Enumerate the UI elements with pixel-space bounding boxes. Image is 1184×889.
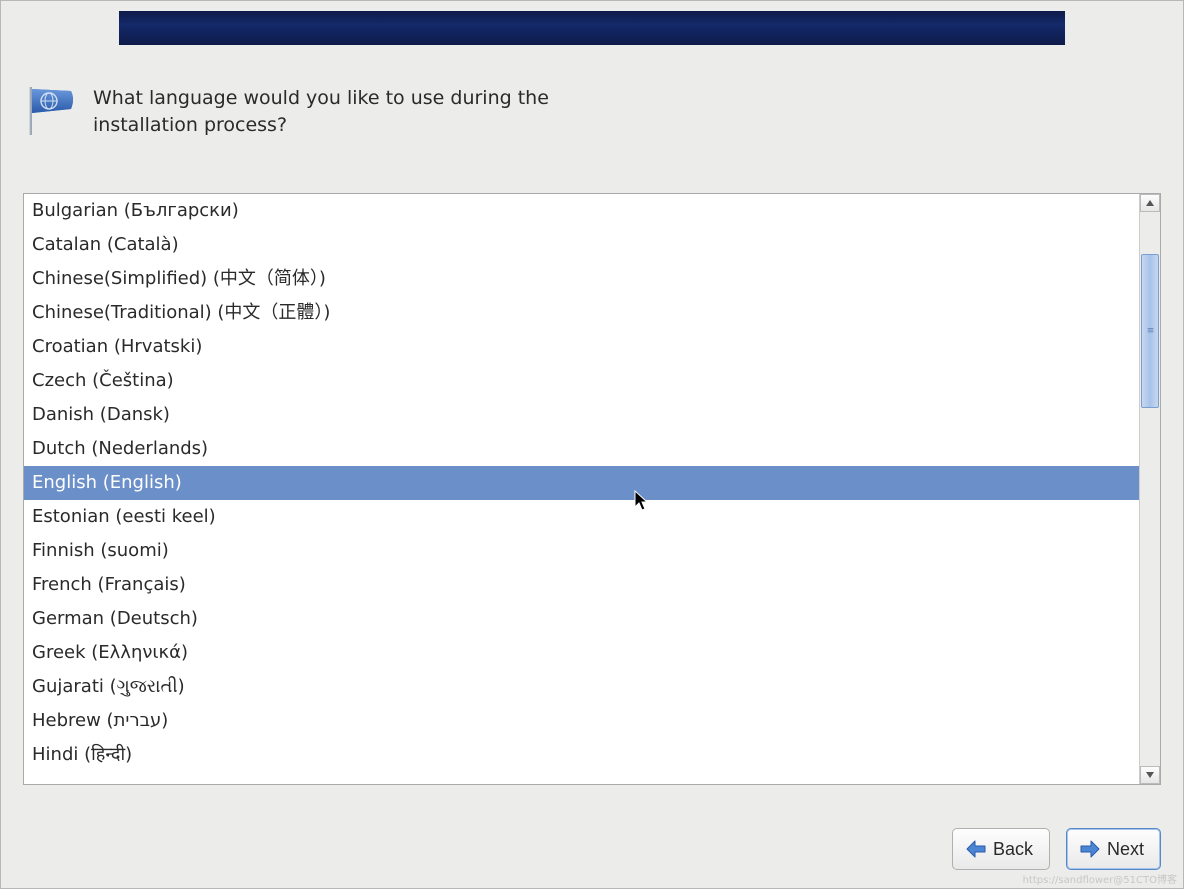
globe-flag-icon bbox=[23, 85, 75, 137]
language-option[interactable]: Croatian (Hrvatski) bbox=[24, 330, 1139, 364]
scroll-thumb[interactable]: ≡ bbox=[1141, 254, 1159, 408]
language-option[interactable]: Czech (Čeština) bbox=[24, 364, 1139, 398]
next-button[interactable]: Next bbox=[1066, 828, 1161, 870]
prompt-row: What language would you like to use duri… bbox=[23, 85, 1161, 138]
language-option[interactable]: German (Deutsch) bbox=[24, 602, 1139, 636]
language-option[interactable]: French (Français) bbox=[24, 568, 1139, 602]
language-option[interactable]: Danish (Dansk) bbox=[24, 398, 1139, 432]
next-button-label: Next bbox=[1107, 839, 1144, 860]
prompt-text: What language would you like to use duri… bbox=[93, 85, 593, 138]
installer-window: What language would you like to use duri… bbox=[0, 0, 1184, 889]
language-option[interactable]: Greek (Ελληνικά) bbox=[24, 636, 1139, 670]
back-button-label: Back bbox=[993, 839, 1033, 860]
arrow-left-icon bbox=[965, 840, 987, 858]
language-option[interactable]: Dutch (Nederlands) bbox=[24, 432, 1139, 466]
scroll-down-button[interactable] bbox=[1140, 766, 1160, 784]
language-list[interactable]: Bulgarian (Български)Catalan (Català)Chi… bbox=[24, 194, 1139, 784]
language-option[interactable]: Chinese(Simplified) (中文（简体）) bbox=[24, 262, 1139, 296]
scroll-up-button[interactable] bbox=[1140, 194, 1160, 212]
language-option[interactable]: Finnish (suomi) bbox=[24, 534, 1139, 568]
scroll-track[interactable]: ≡ bbox=[1140, 212, 1160, 766]
language-option[interactable]: Hebrew (עברית) bbox=[24, 704, 1139, 738]
watermark-text: https://sandflower@51CTO博客 bbox=[1023, 871, 1177, 886]
button-bar: Back Next bbox=[952, 828, 1161, 870]
language-option[interactable]: Bulgarian (Български) bbox=[24, 194, 1139, 228]
back-button[interactable]: Back bbox=[952, 828, 1050, 870]
language-option[interactable]: Gujarati (ગુજરાતી) bbox=[24, 670, 1139, 704]
language-option[interactable]: Estonian (eesti keel) bbox=[24, 500, 1139, 534]
language-option[interactable]: Catalan (Català) bbox=[24, 228, 1139, 262]
header-banner bbox=[119, 11, 1065, 45]
scrollbar[interactable]: ≡ bbox=[1139, 194, 1160, 784]
language-option[interactable]: Hindi (हिन्दी) bbox=[24, 738, 1139, 772]
language-option[interactable]: English (English) bbox=[24, 466, 1139, 500]
language-list-frame: Bulgarian (Български)Catalan (Català)Chi… bbox=[23, 193, 1161, 785]
language-option[interactable]: Chinese(Traditional) (中文（正體）) bbox=[24, 296, 1139, 330]
arrow-right-icon bbox=[1079, 840, 1101, 858]
